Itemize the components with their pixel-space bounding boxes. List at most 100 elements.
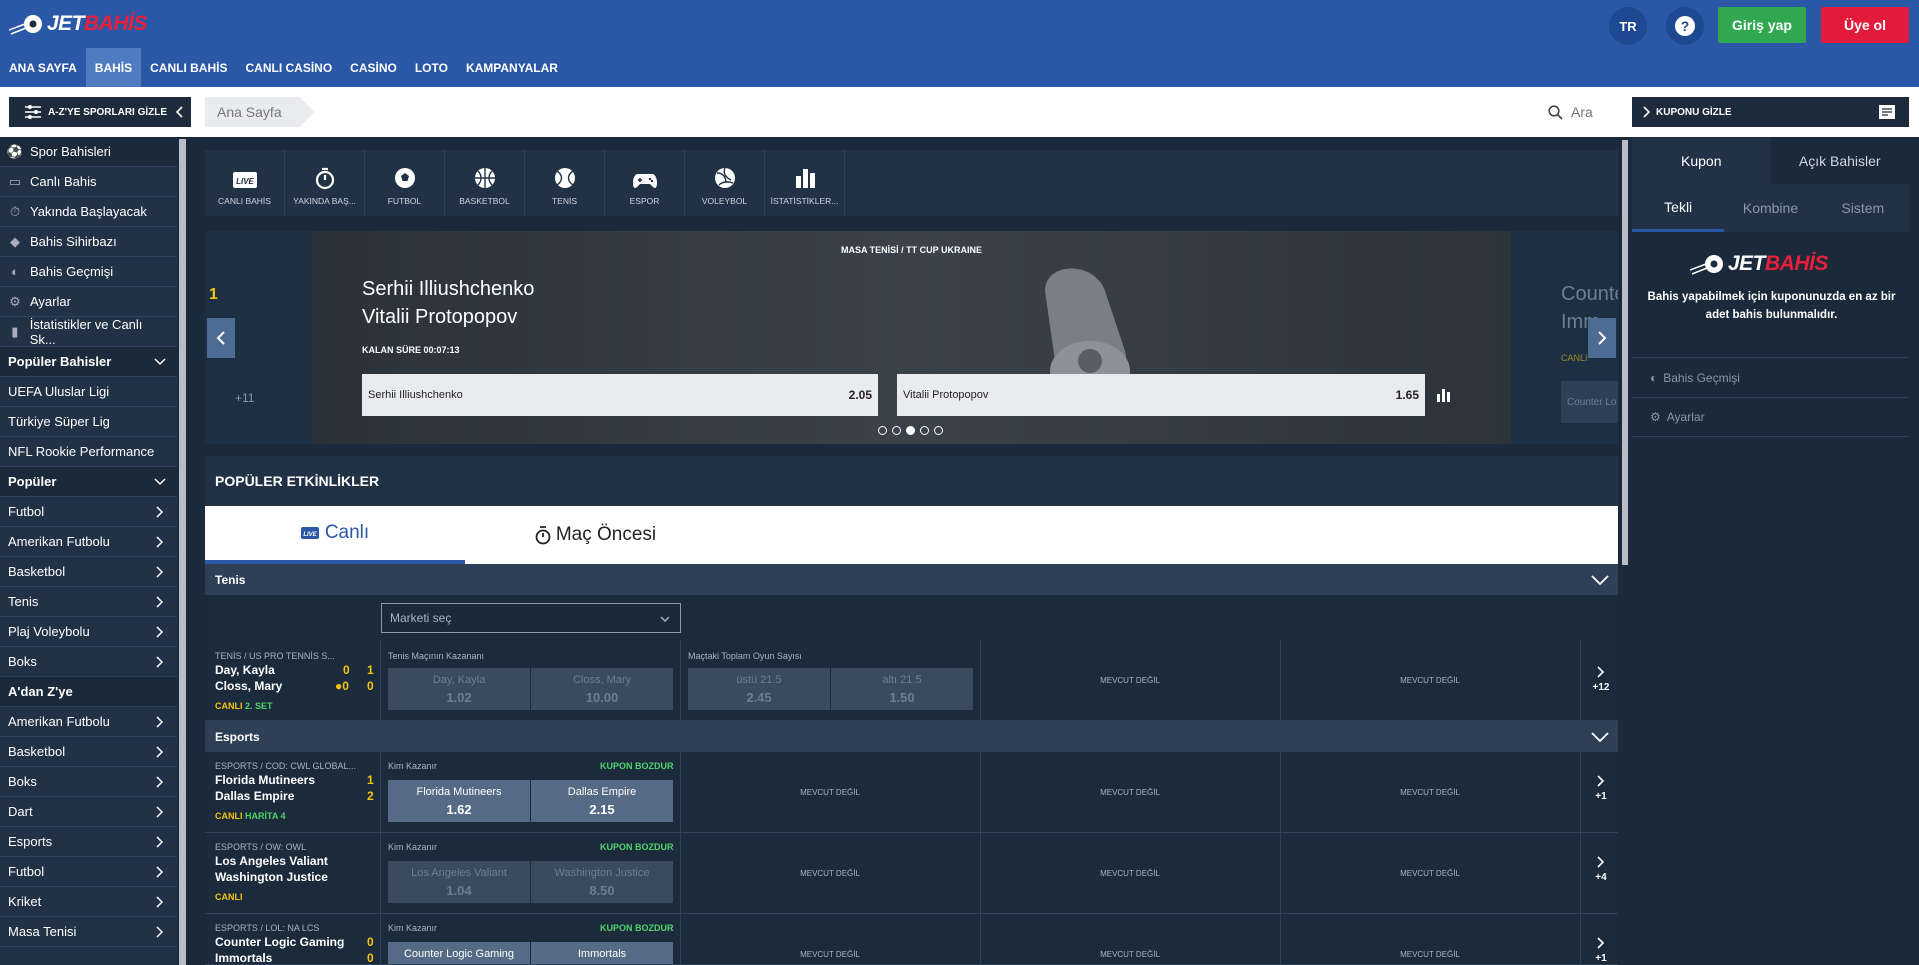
sport-esport[interactable]: ESPOR [605,150,685,216]
sidebar-item-bet-wizard[interactable]: ◆ Bahis Sihirbazı [0,227,177,257]
sidebar-item-label: Dart [8,804,33,819]
sport-football[interactable]: FUTBOL [365,150,445,216]
pagination-dot[interactable] [934,426,943,435]
sport-live[interactable]: LIVE CANLI BAHİS [205,150,285,216]
sidebar-item-az[interactable]: Esports [0,827,177,857]
link-settings[interactable]: ⚙ Ayarlar [1632,397,1909,437]
nav-loto[interactable]: LOTO [406,48,457,87]
more-markets-button[interactable]: +12 [1592,665,1610,693]
category-tennis[interactable]: Tenis [205,564,1618,595]
sport-upcoming[interactable]: YAKINDA BAŞ... [285,150,365,216]
sport-tennis[interactable]: TENİS [525,150,605,216]
sidebar-item-popular[interactable]: Plaj Voleybolu [0,617,177,647]
sidebar-item-stats[interactable]: ▮ İstatistikler ve Canlı Sk... [0,317,177,347]
chevron-right-icon [156,806,164,818]
tab-open-bets[interactable]: Açık Bahisler [1771,137,1910,184]
sidebar-item-az[interactable]: Amerikan Futbolu [0,707,177,737]
sidebar-item-live-bet[interactable]: ▭ Canlı Bahis [0,167,177,197]
sport-volleyball[interactable]: VOLEYBOL [685,150,765,216]
pagination-dot[interactable] [892,426,901,435]
category-esports[interactable]: Esports [205,721,1618,752]
nav-live-bet[interactable]: CANLI BAHİS [141,48,236,87]
basketball-icon [474,168,495,188]
more-markets-button[interactable]: +1 [1592,936,1610,964]
sidebar-item-upcoming[interactable]: ⏱ Yakında Başlayacak [0,197,177,227]
tab-single[interactable]: Tekli [1632,184,1725,232]
sidebar-item-popular[interactable]: Tenis [0,587,177,617]
odd-button[interactable]: Day, Kayla 1.02 [388,668,530,710]
odd-button[interactable]: Florida Mutineers 1.62 [388,780,530,822]
sidebar-item-az[interactable]: Kriket [0,887,177,917]
hide-sports-button[interactable]: A-Z'YE SPORLARI GİZLE [9,97,191,127]
tab-system[interactable]: Sistem [1817,184,1909,232]
banner-odd-player2[interactable]: Vitalii Protopopov 1.65 [897,374,1425,416]
live-icon: ▭ [8,173,22,189]
sidebar-item-sports-betting[interactable]: ⚽ Spor Bahisleri [0,137,177,167]
nav-bahis[interactable]: BAHİS [85,48,142,87]
svg-text:LIVE: LIVE [236,177,254,186]
pagination-dot[interactable] [920,426,929,435]
sidebar-scrollbar[interactable] [179,139,186,965]
nav-campaigns[interactable]: KAMPANYALAR [457,48,567,87]
odd-button[interactable]: Closs, Mary 10.00 [531,668,673,710]
odd-button[interactable]: Los Angeles Valiant 1.04 [388,861,530,903]
sidebar-item-az[interactable]: Basketbol [0,737,177,767]
sidebar-item-settings[interactable]: ⚙ Ayarlar [0,287,177,317]
nav-live-casino[interactable]: CANLI CASİNO [236,48,341,87]
search[interactable] [1548,100,1628,124]
register-button[interactable]: Üye ol [1821,7,1909,43]
sidebar-item-nfl[interactable]: NFL Rookie Performance [0,437,177,467]
sidebar-item-super-lig[interactable]: Türkiye Süper Lig [0,407,177,437]
live-icon: LIVE [232,172,257,188]
sidebar-item-az[interactable]: Dart [0,797,177,827]
popular-header[interactable]: Popüler [0,467,177,497]
odd-button[interactable]: Washington Justice 8.50 [531,861,673,903]
column-divider [1580,914,1581,964]
login-button[interactable]: Giriş yap [1718,7,1806,43]
sidebar-item-popular[interactable]: Amerikan Futbolu [0,527,177,557]
tab-live[interactable]: LIVE Canlı [205,506,465,564]
sport-basketball[interactable]: BASKETBOL [445,150,525,216]
link-bet-history[interactable]: ◐ Bahis Geçmişi [1632,357,1909,397]
sidebar-item-popular[interactable]: Basketbol [0,557,177,587]
hide-coupon-button[interactable]: KUPONU GİZLE [1632,97,1909,127]
sidebar-item-az[interactable]: Futbol [0,857,177,887]
odd-button[interactable]: üstü 21.5 2.45 [688,668,830,710]
tab-coupon[interactable]: Kupon [1632,137,1771,184]
help-button[interactable]: ? [1666,7,1704,45]
pagination-dot[interactable] [878,426,887,435]
banner-odd-player1[interactable]: Serhii Illiushchenko 2.05 [362,374,878,416]
sidebar-item-az[interactable]: Boks [0,767,177,797]
banner-prev-button[interactable] [207,318,235,358]
chevron-right-icon [156,746,164,758]
chevron-right-icon [1597,666,1605,678]
logo[interactable]: JETBAHİS [9,9,179,39]
main-scrollbar[interactable] [1622,140,1628,565]
odd-button[interactable]: Immortals [531,942,673,964]
sidebar-item-popular[interactable]: Boks [0,647,177,677]
sport-statistics[interactable]: İSTATİSTİKLER... [765,150,845,216]
sidebar-item-uefa[interactable]: UEFA Uluslar Ligi [0,377,177,407]
sidebar-item-bet-history[interactable]: ◐ Bahis Geçmişi [0,257,177,287]
sidebar-item-az[interactable]: Masa Tenisi [0,917,177,947]
popular-bets-header[interactable]: Popüler Bahisler [0,347,177,377]
tab-combine[interactable]: Kombine [1724,184,1816,232]
odd-button[interactable]: Dallas Empire 2.15 [531,780,673,822]
odd-button[interactable]: altı 21.5 1.50 [831,668,973,710]
pagination-dot-active[interactable] [906,426,915,435]
more-markets-button[interactable]: +4 [1592,855,1610,883]
breadcrumb[interactable]: Ana Sayfa [205,97,314,127]
banner-pagination [878,426,943,435]
tab-prematch[interactable]: Maç Öncesi [465,506,725,564]
odd-button[interactable]: Counter Logic Gaming [388,942,530,964]
sidebar-item-popular[interactable]: Futbol [0,497,177,527]
featured-banner: 1 +11 MASA TENİSİ / TT CUP UKRAINE Serhi… [205,231,1618,444]
more-markets-button[interactable]: +1 [1592,774,1610,802]
search-input[interactable] [1571,104,1621,120]
nav-home[interactable]: ANA SAYFA [0,48,86,87]
nav-casino[interactable]: CASİNO [341,48,406,87]
market-select[interactable]: Marketi seç [381,603,681,633]
language-button[interactable]: TR [1609,7,1647,45]
stats-icon[interactable] [1437,388,1451,402]
banner-next-button[interactable] [1588,318,1616,358]
